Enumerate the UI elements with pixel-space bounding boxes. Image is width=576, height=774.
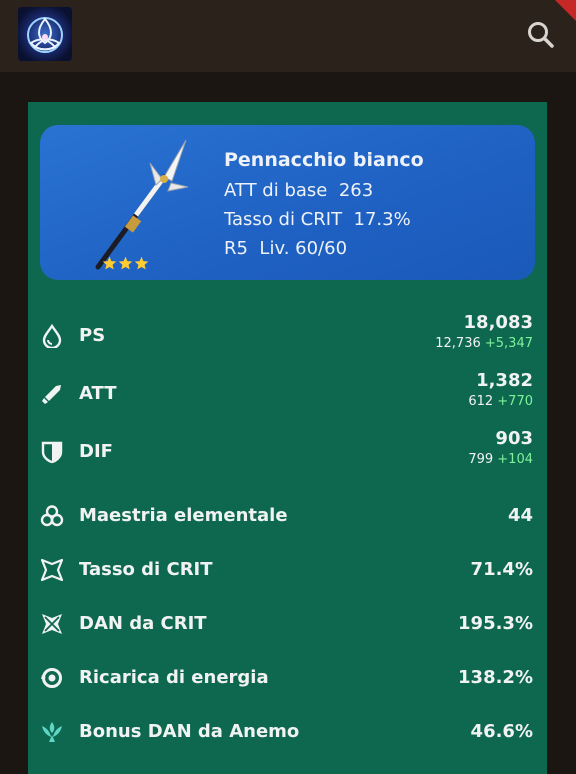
stat-total: 18,083	[463, 312, 533, 333]
stat-label: ATT	[79, 383, 117, 404]
stat-row-def: DIF 903 799 +104	[40, 427, 533, 477]
character-panel: Pennacchio bianco ATT di base 263 Tasso …	[28, 102, 547, 774]
energy-recharge-icon	[41, 668, 62, 688]
stat-row-anemo-bonus: Bonus DAN da Anemo 46.6%	[40, 707, 533, 757]
stat-bonus: +770	[497, 394, 533, 409]
stat-label: Bonus DAN da Anemo	[79, 721, 300, 742]
stat-total: 1,382	[476, 370, 533, 391]
weapon-info: Pennacchio bianco ATT di base 263 Tasso …	[224, 145, 424, 263]
weapon-substat: Tasso di CRIT 17.3%	[224, 205, 424, 234]
stat-base: 612	[468, 394, 494, 409]
top-bar	[0, 0, 576, 72]
stat-label: DAN da CRIT	[79, 613, 207, 634]
base-atk-label: ATT di base	[224, 180, 328, 201]
stat-bonus: +5,347	[484, 336, 533, 351]
stat-base: 799	[468, 452, 494, 467]
weapon-card[interactable]: Pennacchio bianco ATT di base 263 Tasso …	[40, 125, 535, 280]
stat-base: 12,736	[435, 336, 481, 351]
stat-bonus: +104	[497, 452, 533, 467]
search-icon	[528, 22, 554, 48]
shield-icon	[41, 441, 63, 464]
stat-total: 903	[495, 428, 533, 449]
stat-breakdown: 799 +104	[468, 452, 533, 468]
star-icon	[102, 256, 117, 270]
stat-label: PS	[79, 325, 106, 346]
stat-row-elemental-mastery: Maestria elementale 44	[40, 491, 533, 541]
stat-value: 46.6%	[470, 721, 533, 742]
substat-label: Tasso di CRIT	[224, 209, 343, 230]
weapon-base-atk: ATT di base 263	[224, 176, 424, 205]
rarity-stars	[102, 256, 149, 270]
elemental-mastery-icon	[40, 505, 64, 527]
stat-row-hp: PS 18,083 12,736 +5,347	[40, 311, 533, 361]
hp-droplet-icon	[42, 324, 62, 348]
crit-rate-icon	[40, 558, 64, 582]
weapon-level: Liv. 60/60	[259, 238, 348, 259]
base-atk-value: 263	[338, 180, 374, 201]
star-icon	[118, 256, 133, 270]
stat-value: 138.2%	[458, 667, 533, 688]
stat-row-crit-rate: Tasso di CRIT 71.4%	[40, 545, 533, 595]
stat-row-energy-recharge: Ricarica di energia 138.2%	[40, 653, 533, 703]
refinement: R5	[224, 238, 248, 259]
stat-label: Tasso di CRIT	[79, 559, 213, 580]
search-button[interactable]	[522, 16, 560, 54]
weapon-name: Pennacchio bianco	[224, 149, 424, 171]
sword-icon	[42, 385, 61, 404]
stat-value: 44	[507, 505, 533, 526]
stat-label: Ricarica di energia	[79, 667, 269, 688]
stat-value: 71.4%	[470, 559, 533, 580]
crit-dmg-icon	[42, 614, 62, 634]
weapon-level-line: R5 Liv. 60/60	[224, 234, 424, 263]
app-logo-icon[interactable]	[18, 7, 72, 61]
substat-value: 17.3%	[353, 209, 411, 230]
stat-breakdown: 612 +770	[468, 394, 533, 410]
stat-row-crit-dmg: DAN da CRIT 195.3%	[40, 599, 533, 649]
stat-label: DIF	[79, 441, 113, 462]
stat-label: Maestria elementale	[79, 505, 288, 526]
stat-value: 195.3%	[458, 613, 533, 634]
stat-breakdown: 12,736 +5,347	[435, 336, 533, 352]
anemo-icon	[42, 722, 62, 742]
polearm-icon	[95, 139, 189, 270]
star-icon	[134, 256, 149, 270]
corner-accent	[555, 0, 576, 21]
stat-row-atk: ATT 1,382 612 +770	[40, 369, 533, 419]
